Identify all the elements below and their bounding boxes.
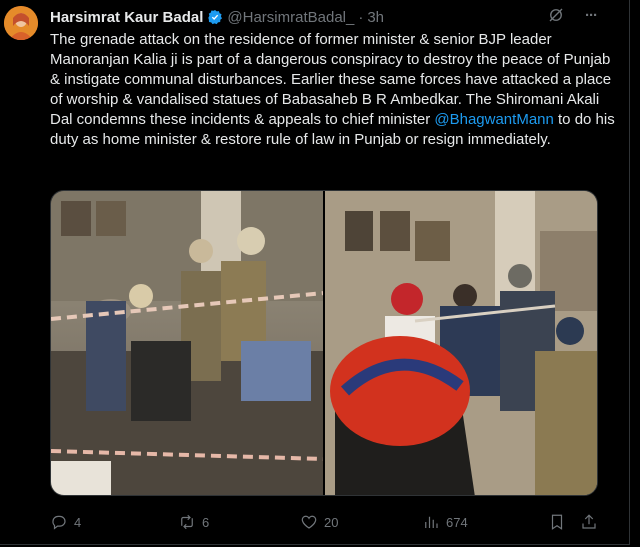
verified-badge-icon — [208, 10, 223, 25]
views-icon — [425, 516, 438, 528]
photo-right-scene — [325, 191, 597, 495]
photo-right[interactable] — [325, 191, 597, 495]
reply-count: 4 — [74, 514, 82, 530]
tweet-header: Harsimrat Kaur Badal @HarsimratBadal_ · … — [50, 8, 589, 26]
repost-icon — [181, 514, 193, 530]
share-icon — [582, 514, 596, 529]
like-count: 20 — [324, 514, 339, 530]
author-name[interactable]: Harsimrat Kaur Badal — [50, 9, 203, 26]
bookmark-button[interactable] — [548, 513, 566, 531]
grok-icon[interactable] — [547, 6, 565, 24]
tweet-text: The grenade attack on the residence of f… — [50, 30, 620, 150]
share-button[interactable] — [580, 513, 598, 531]
avatar-portrait — [4, 6, 38, 40]
reply-button[interactable]: 4 — [50, 513, 81, 531]
mention-link[interactable]: @BhagwantMann — [434, 111, 553, 128]
more-icon[interactable]: ··· — [585, 7, 598, 24]
tweet-top-actions: ··· — [547, 6, 598, 24]
repost-count: 6 — [202, 514, 210, 530]
bookmark-icon — [551, 514, 563, 530]
tweet-media[interactable] — [50, 190, 598, 496]
author-handle[interactable]: @HarsimratBadal_ — [227, 9, 354, 26]
photo-left[interactable] — [51, 191, 323, 495]
avatar[interactable] — [4, 6, 38, 40]
like-button[interactable]: 20 — [300, 513, 338, 531]
heart-icon — [301, 515, 317, 529]
repost-button[interactable]: 6 — [178, 513, 209, 531]
reply-icon — [52, 515, 66, 530]
tweet-card[interactable]: Harsimrat Kaur Badal @HarsimratBadal_ · … — [0, 0, 630, 545]
timestamp[interactable]: 3h — [367, 9, 384, 26]
views-button[interactable]: 674 — [422, 513, 468, 531]
views-count: 674 — [446, 514, 468, 530]
tweet-actions: 4 6 20 674 — [50, 512, 598, 532]
photo-left-scene — [51, 191, 323, 495]
separator-dot: · — [358, 8, 364, 26]
